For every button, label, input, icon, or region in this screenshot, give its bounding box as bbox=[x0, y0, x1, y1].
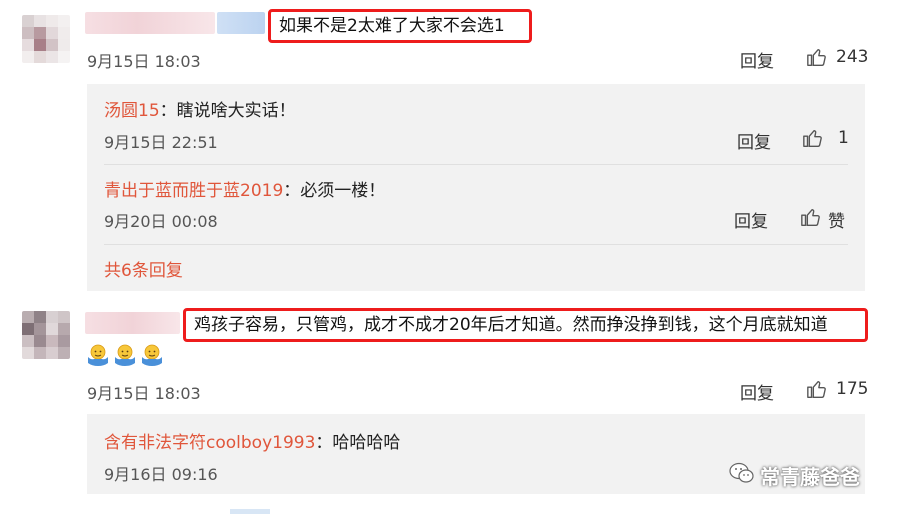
divider bbox=[230, 509, 270, 514]
reply-button[interactable]: 回复 bbox=[737, 128, 771, 153]
reply-timestamp: 9月16日 09:16 bbox=[104, 465, 218, 484]
watermark-text: 常青藤爸爸 bbox=[760, 465, 860, 489]
username-blurred-badge bbox=[217, 12, 265, 34]
reply-button[interactable]: 回复 bbox=[740, 47, 774, 72]
comment-timestamp: 9月15日 18:03 bbox=[87, 384, 201, 403]
reply-button[interactable]: 回复 bbox=[734, 207, 768, 232]
like-count: 243 bbox=[836, 47, 869, 67]
reply-username[interactable]: 含有非法字符coolboy1993 bbox=[104, 433, 315, 453]
shrug-emoji-icon bbox=[142, 344, 162, 366]
avatar[interactable] bbox=[22, 15, 70, 63]
reply-item: 青出于蓝而胜于蓝2019：必须一楼！ bbox=[104, 176, 385, 201]
username-blurred[interactable] bbox=[85, 12, 215, 34]
shrug-emoji-icon bbox=[115, 344, 135, 366]
divider bbox=[104, 244, 848, 245]
reply-text: ：哈哈哈哈 bbox=[315, 433, 401, 453]
comment-timestamp: 9月15日 18:03 bbox=[87, 52, 201, 71]
reply-timestamp: 9月15日 22:51 bbox=[104, 133, 218, 152]
comment-text: 鸡孩子容易，只管鸡，成才不成才20年后才知道。然而挣没挣到钱，这个月底就知道 bbox=[183, 308, 868, 342]
divider bbox=[104, 164, 848, 165]
shrug-emoji-icon bbox=[88, 344, 108, 366]
thumbs-up-icon[interactable] bbox=[800, 206, 822, 228]
reply-timestamp: 9月20日 00:08 bbox=[104, 212, 218, 231]
reply-item: 汤圆15：瞎说啥大实话！ bbox=[104, 96, 296, 121]
like-count: 175 bbox=[836, 379, 869, 399]
reply-item: 含有非法字符coolboy1993：哈哈哈哈 bbox=[104, 428, 400, 453]
reply-button[interactable]: 回复 bbox=[740, 379, 774, 404]
thumbs-up-icon[interactable] bbox=[806, 378, 828, 400]
like-count: 1 bbox=[838, 128, 849, 148]
reply-text: ：必须一楼！ bbox=[283, 181, 386, 201]
replies-panel: 汤圆15：瞎说啥大实话！ 9月15日 22:51 回复 1 青出于蓝而胜于蓝20… bbox=[87, 84, 865, 291]
comment-text: 如果不是2太难了大家不会选1 bbox=[268, 9, 532, 43]
reply-username[interactable]: 青出于蓝而胜于蓝2019 bbox=[104, 181, 283, 201]
username-blurred[interactable] bbox=[85, 312, 180, 334]
reply-username[interactable]: 汤圆15 bbox=[104, 101, 160, 121]
avatar[interactable] bbox=[22, 311, 70, 359]
wechat-icon bbox=[729, 462, 754, 483]
thumbs-up-icon[interactable] bbox=[806, 46, 828, 68]
thumbs-up-icon[interactable] bbox=[802, 127, 824, 149]
like-label[interactable]: 赞 bbox=[828, 207, 845, 232]
reply-text: ：瞎说啥大实话！ bbox=[159, 101, 296, 121]
show-all-replies-link[interactable]: 共6条回复 bbox=[104, 256, 183, 281]
